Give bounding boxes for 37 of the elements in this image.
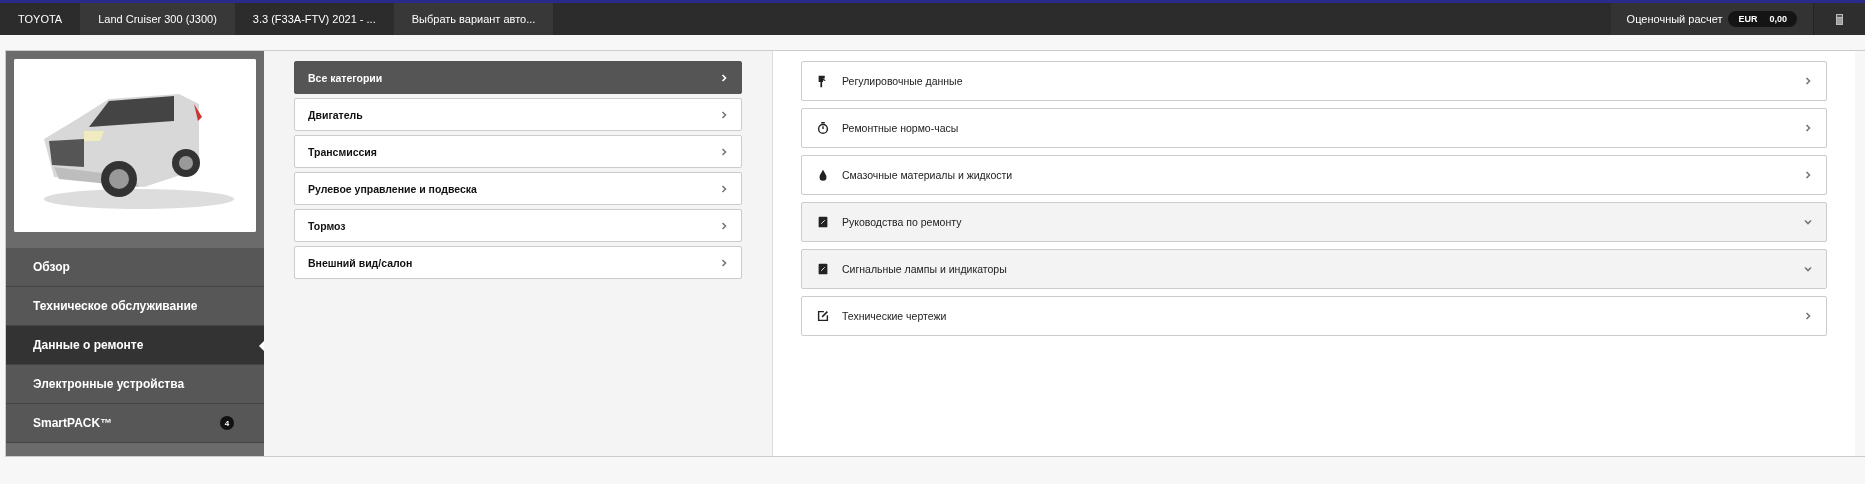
breadcrumb-item[interactable]: Land Cruiser 300 (J300)	[80, 3, 235, 35]
section-link[interactable]: Смазочные материалы и жидкости	[801, 155, 1827, 195]
sidebar-item[interactable]: Обзор	[6, 248, 264, 287]
chevron-right-icon	[720, 110, 728, 119]
chevron-right-icon	[1804, 77, 1812, 85]
section-link[interactable]: Технические чертежи	[801, 296, 1827, 336]
edit-icon	[816, 309, 830, 323]
category-item[interactable]: Трансмиссия	[294, 135, 742, 168]
chevron-down-icon	[1804, 265, 1812, 273]
estimate-total[interactable]: EUR 0,00	[1728, 11, 1797, 27]
category-item[interactable]: Тормоз	[294, 209, 742, 242]
chevron-right-icon	[1804, 312, 1812, 320]
chevron-right-icon	[720, 221, 728, 230]
chevron-right-icon	[720, 73, 728, 82]
chevron-down-icon	[1804, 218, 1812, 226]
accordion-item[interactable]: Сигнальные лампы и индикаторы	[801, 249, 1827, 289]
stopwatch-icon	[816, 121, 830, 135]
count-badge: 4	[220, 416, 234, 430]
category-item[interactable]: Все категории	[294, 61, 742, 94]
sidebar-item[interactable]: Данные о ремонте	[6, 326, 264, 365]
chevron-right-icon	[1804, 124, 1812, 132]
estimate-label: Оценочный расчет	[1626, 13, 1723, 25]
breadcrumb-item[interactable]: Выбрать вариант авто...	[393, 3, 554, 35]
calculator-icon[interactable]	[1836, 13, 1843, 25]
chevron-right-icon	[720, 184, 728, 193]
sidebar-item[interactable]: Электронные устройства	[6, 365, 264, 404]
chevron-right-icon	[720, 147, 728, 156]
chevron-right-icon	[1804, 171, 1812, 179]
chevron-right-icon	[720, 258, 728, 267]
category-item[interactable]: Внешний вид/салон	[294, 246, 742, 279]
section-link[interactable]: Ремонтные нормо-часы	[801, 108, 1827, 148]
category-item[interactable]: Двигатель	[294, 98, 742, 131]
accordion-item[interactable]: Руководства по ремонту	[801, 202, 1827, 242]
category-item[interactable]: Рулевое управление и подвеска	[294, 172, 742, 205]
sidebar-item[interactable]: SmartPACK™ 4	[6, 404, 264, 443]
sidebar-item[interactable]: Техническое обслуживание	[6, 287, 264, 326]
section-link[interactable]: Регулировочные данные	[801, 61, 1827, 101]
